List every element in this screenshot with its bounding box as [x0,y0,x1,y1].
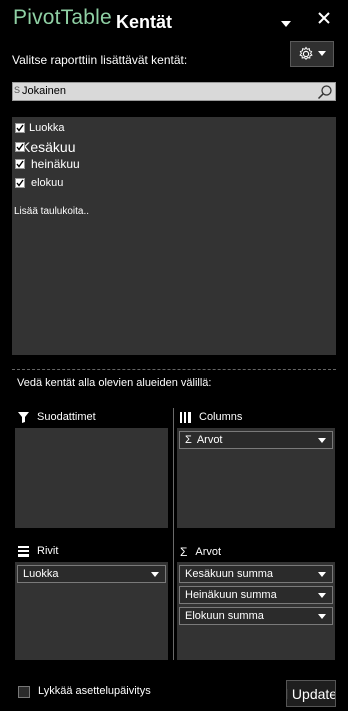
filters-drop-area[interactable] [15,428,168,528]
columns-item-arvot[interactable]: Σ Arvot [179,431,333,449]
defer-layout-update-checkbox[interactable] [18,686,30,698]
task-pane-options-icon[interactable] [281,15,291,33]
columns-icon [180,411,191,423]
update-button[interactable]: l Update [286,680,336,707]
filters-area-title: Suodattimet [37,411,96,423]
pill-label: Elokuun summa [185,610,264,622]
chevron-down-icon[interactable] [318,614,326,619]
chevron-down-icon[interactable] [151,572,159,577]
checkbox[interactable] [15,178,25,188]
defer-layout-update-label: Lykkää asettelupäivitys [38,685,151,697]
rows-area-title: Rivit [37,545,59,557]
field-label: Kesäkuu [21,139,76,155]
close-icon[interactable] [318,11,330,29]
drag-fields-hint: Vedä kentät alla olevien alueiden välill… [17,377,212,389]
field-label: heinäkuu [31,157,80,171]
values-item-kesakuun-summa[interactable]: Kesäkuun summa [179,565,333,583]
choose-fields-instruction: Valitse raporttiin lisättävät kentät: [12,53,188,67]
search-icon[interactable] [317,84,333,105]
search-input[interactable]: Jokainen [22,85,66,97]
field-item-heinakuu[interactable]: heinäkuu [15,157,80,171]
values-item-heinakuun-summa[interactable]: Heinäkuun summa [179,586,333,604]
columns-area-header: Columns [180,411,242,423]
field-item-kesakuu[interactable]: Kesäkuu [15,139,75,155]
checkbox[interactable] [15,159,25,169]
search-placeholder: S [14,85,21,95]
rows-icon [18,545,29,557]
sigma-icon: Σ [180,545,188,559]
rows-item-luokka[interactable]: Luokka [17,565,166,583]
field-search-box[interactable]: S Jokainen [12,82,336,101]
field-item-luokka[interactable]: Luokka [15,122,64,134]
pill-label: Heinäkuun summa [185,589,277,601]
filters-area-header: Suodattimet [18,411,96,423]
values-area-header: Σ Arvot [180,545,221,559]
field-list[interactable]: Luokka Kesäkuu heinäkuu elokuu Lisää tau… [12,117,336,355]
settings-button[interactable] [290,41,334,67]
field-label: elokuu [31,177,64,189]
values-area-title: Arvot [195,546,222,558]
pill-label: Luokka [23,568,59,580]
values-drop-area[interactable]: Kesäkuun summa Heinäkuun summa Elokuun s… [177,562,335,660]
columns-drop-area[interactable]: Σ Arvot [177,428,335,528]
pill-label: Arvot [196,434,223,446]
field-item-elokuu[interactable]: elokuu [15,177,63,189]
chevron-down-icon[interactable] [318,572,326,577]
chevron-down-icon[interactable] [318,438,326,443]
pane-title-prefix: PivotTable [13,6,112,29]
pane-title: Kentät [116,12,173,32]
areas-divider [173,408,174,660]
pill-label: Kesäkuun summa [185,568,274,580]
field-label: Luokka [29,122,65,134]
checkbox[interactable] [15,123,25,133]
checkbox[interactable] [15,142,25,152]
gear-icon [299,46,313,60]
areas-separator [12,369,336,370]
chevron-down-icon [318,51,326,56]
values-item-elokuun-summa[interactable]: Elokuun summa [179,607,333,625]
rows-area-header: Rivit [18,545,58,557]
chevron-down-icon[interactable] [318,593,326,598]
add-tables-link[interactable]: Lisää taulukoita.. [14,206,89,217]
sigma-icon: Σ [185,434,192,446]
filter-icon [18,411,29,423]
rows-drop-area[interactable]: Luokka [15,562,168,660]
columns-area-title: Columns [199,411,243,423]
